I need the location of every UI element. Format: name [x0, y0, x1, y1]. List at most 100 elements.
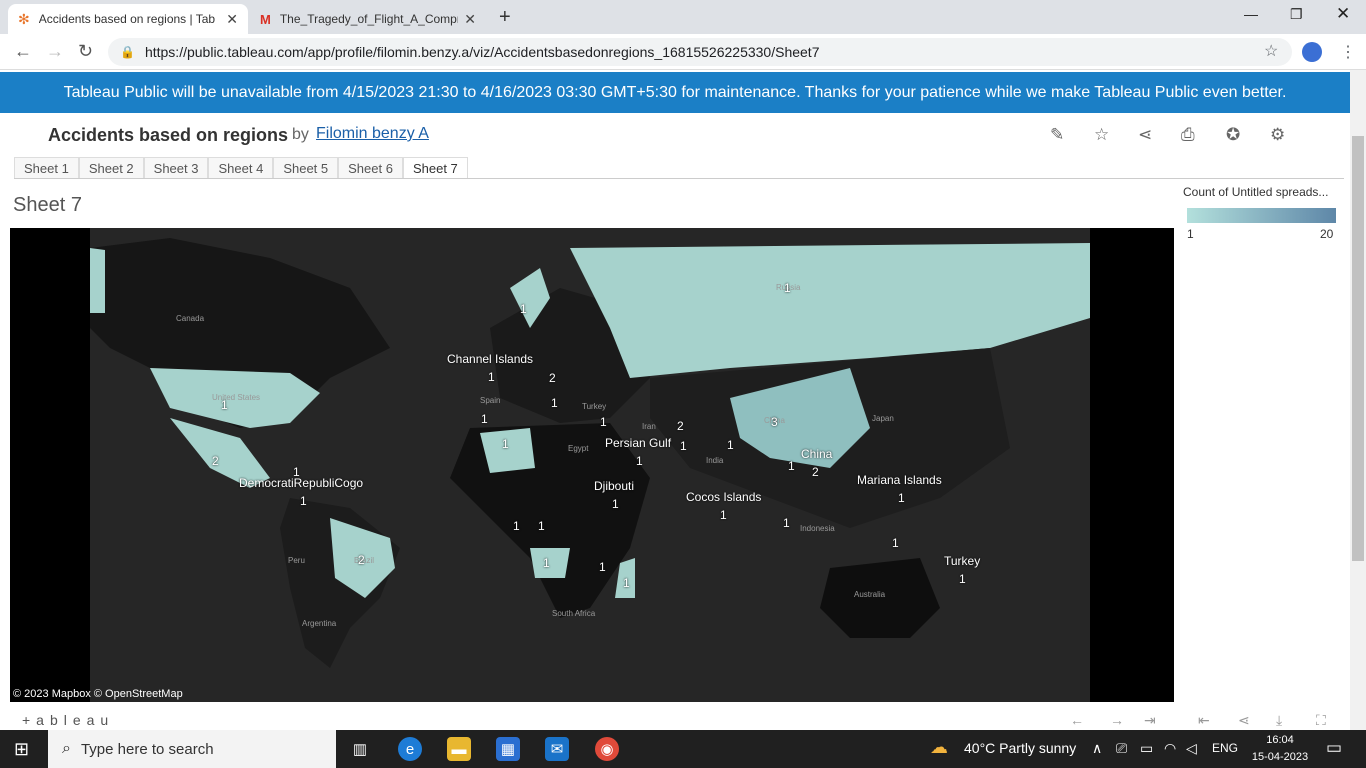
- map-label-cocos-islands[interactable]: Cocos Islands: [686, 490, 761, 504]
- close-window-icon[interactable]: ✕: [1336, 4, 1350, 24]
- russia-shape: [570, 243, 1090, 378]
- map-count[interactable]: 1: [788, 459, 795, 473]
- tray-chevron-icon[interactable]: ∧: [1092, 740, 1102, 757]
- map-attribution[interactable]: © 2023 Mapbox © OpenStreetMap: [13, 688, 183, 700]
- tab-sheet-5[interactable]: Sheet 5: [273, 157, 339, 178]
- tab-sheet-2[interactable]: Sheet 2: [78, 157, 144, 178]
- reload-icon[interactable]: ↻: [78, 41, 93, 62]
- map-label-mariana-islands[interactable]: Mariana Islands: [857, 473, 942, 487]
- map-count[interactable]: 1: [892, 536, 899, 550]
- file-explorer-icon[interactable]: ▬: [447, 737, 471, 761]
- menu-icon[interactable]: ⋮: [1340, 42, 1356, 62]
- tab-sheet-4[interactable]: Sheet 4: [208, 157, 274, 178]
- redo-icon[interactable]: →: [1110, 712, 1124, 728]
- bookmark-star-icon[interactable]: ☆: [1264, 41, 1278, 61]
- map-value: 2: [812, 465, 819, 479]
- tab-sheet-6[interactable]: Sheet 6: [338, 157, 403, 178]
- url-text: https://public.tableau.com/app/profile/f…: [144, 44, 820, 60]
- map-count[interactable]: 1: [513, 519, 520, 533]
- windows-start-icon[interactable]: ⊞: [14, 739, 29, 760]
- wifi-icon[interactable]: ◠: [1164, 740, 1176, 757]
- minimize-icon[interactable]: —: [1244, 6, 1258, 22]
- search-placeholder: Type here to search: [80, 740, 214, 758]
- address-bar[interactable]: 🔒 https://public.tableau.com/app/profile…: [108, 38, 1292, 66]
- edge-icon[interactable]: e: [398, 737, 422, 761]
- scrollbar-thumb[interactable]: [1352, 136, 1364, 561]
- map-count[interactable]: 1: [551, 396, 558, 410]
- network-icon[interactable]: ⎚: [1116, 740, 1127, 757]
- chrome-icon[interactable]: ◉: [595, 737, 619, 761]
- map-label-djibouti[interactable]: Djibouti: [594, 479, 634, 493]
- browser-tab-tableau[interactable]: ✻ Accidents based on regions | Tab ✕: [8, 4, 248, 34]
- tableau-icon: ✻: [18, 10, 30, 27]
- map-count[interactable]: 2: [549, 371, 556, 385]
- map-count[interactable]: 1: [538, 519, 545, 533]
- map-count[interactable]: 1: [543, 556, 550, 570]
- profile-avatar[interactable]: [1302, 42, 1322, 62]
- map-count[interactable]: 1: [221, 398, 228, 412]
- store-icon[interactable]: ▦: [496, 737, 520, 761]
- settings-gear-icon[interactable]: ⚙: [1270, 125, 1285, 145]
- edit-icon[interactable]: ✎: [1050, 125, 1064, 145]
- map-count[interactable]: 1: [727, 438, 734, 452]
- revert-icon[interactable]: ⇥: [1144, 712, 1156, 729]
- page-scrollbar[interactable]: [1350, 70, 1366, 730]
- share-icon[interactable]: ⋖: [1238, 712, 1250, 729]
- volume-icon[interactable]: ◁: [1186, 740, 1197, 757]
- fullscreen-icon[interactable]: ⛶: [1316, 712, 1326, 729]
- tab-sheet-3[interactable]: Sheet 3: [143, 157, 209, 178]
- download-icon[interactable]: ⎙: [1181, 125, 1195, 145]
- undo-icon[interactable]: ←: [1070, 712, 1084, 728]
- map-canvas[interactable]: Canada United States Russia Spain Turkey…: [90, 228, 1090, 702]
- author-link[interactable]: Filomin benzy A: [316, 125, 429, 143]
- map-count[interactable]: 1: [481, 412, 488, 426]
- mail-icon[interactable]: ✉: [545, 737, 569, 761]
- restore-icon[interactable]: ❐: [1290, 6, 1303, 23]
- basemap-label: Spain: [480, 396, 501, 405]
- download-icon[interactable]: ⤓: [1276, 712, 1282, 729]
- map-count[interactable]: 2: [358, 553, 365, 567]
- share-icon[interactable]: ⋖: [1138, 125, 1152, 145]
- map-label-china[interactable]: China: [801, 447, 832, 461]
- back-icon[interactable]: ←: [14, 41, 32, 62]
- tableau-logo[interactable]: +ableau: [22, 712, 114, 728]
- favorite-star-icon[interactable]: ☆: [1094, 125, 1109, 145]
- map-label-persian-gulf[interactable]: Persian Gulf: [605, 436, 671, 450]
- map-label-channel-islands[interactable]: Channel Islands: [447, 352, 533, 366]
- map-count[interactable]: 1: [599, 560, 606, 574]
- map-count[interactable]: 1: [600, 415, 607, 429]
- map-count[interactable]: 1: [623, 576, 630, 590]
- battery-icon[interactable]: ▭: [1140, 740, 1153, 757]
- map-count[interactable]: 2: [677, 419, 684, 433]
- weather-icon[interactable]: ☁: [930, 737, 948, 758]
- browser-tab-gmail[interactable]: M The_Tragedy_of_Flight_A_Compre ✕: [250, 4, 486, 34]
- taskbar-search[interactable]: ⌕ Type here to search: [48, 730, 336, 768]
- new-tab-icon[interactable]: +: [499, 6, 511, 29]
- notifications-icon[interactable]: ▭: [1326, 738, 1342, 758]
- world-map[interactable]: Canada United States Russia Spain Turkey…: [10, 228, 1174, 702]
- basemap-label: India: [706, 456, 724, 465]
- map-count[interactable]: 2: [212, 454, 219, 468]
- map-count[interactable]: 1: [293, 465, 300, 479]
- map-label-democratic-republic-congo[interactable]: DemocratiRepubliCogo: [239, 476, 363, 490]
- reset-icon[interactable]: ⇤: [1198, 712, 1210, 729]
- map-count[interactable]: 1: [502, 437, 509, 451]
- map-count[interactable]: 3: [771, 415, 778, 429]
- task-view-icon[interactable]: ▥: [348, 737, 372, 761]
- tab-sheet-1[interactable]: Sheet 1: [14, 157, 79, 178]
- weather-text[interactable]: 40°C Partly sunny: [964, 740, 1076, 756]
- map-count[interactable]: 1: [784, 281, 791, 295]
- close-tab-icon[interactable]: ✕: [226, 11, 238, 28]
- map-count[interactable]: 1: [783, 516, 790, 530]
- basemap-label: Iran: [642, 422, 656, 431]
- map-count[interactable]: 1: [520, 302, 527, 316]
- language-indicator[interactable]: ENG: [1212, 741, 1238, 755]
- tab-sheet-7[interactable]: Sheet 7: [402, 157, 468, 178]
- legend-max: 20: [1320, 227, 1334, 241]
- forward-icon[interactable]: →: [46, 41, 64, 62]
- badge-icon[interactable]: ✪: [1226, 125, 1240, 145]
- map-label-turkey[interactable]: Turkey: [944, 554, 980, 568]
- close-tab-icon[interactable]: ✕: [464, 11, 476, 28]
- map-count[interactable]: 1: [680, 439, 687, 453]
- clock[interactable]: 16:04 15-04-2023: [1240, 732, 1320, 766]
